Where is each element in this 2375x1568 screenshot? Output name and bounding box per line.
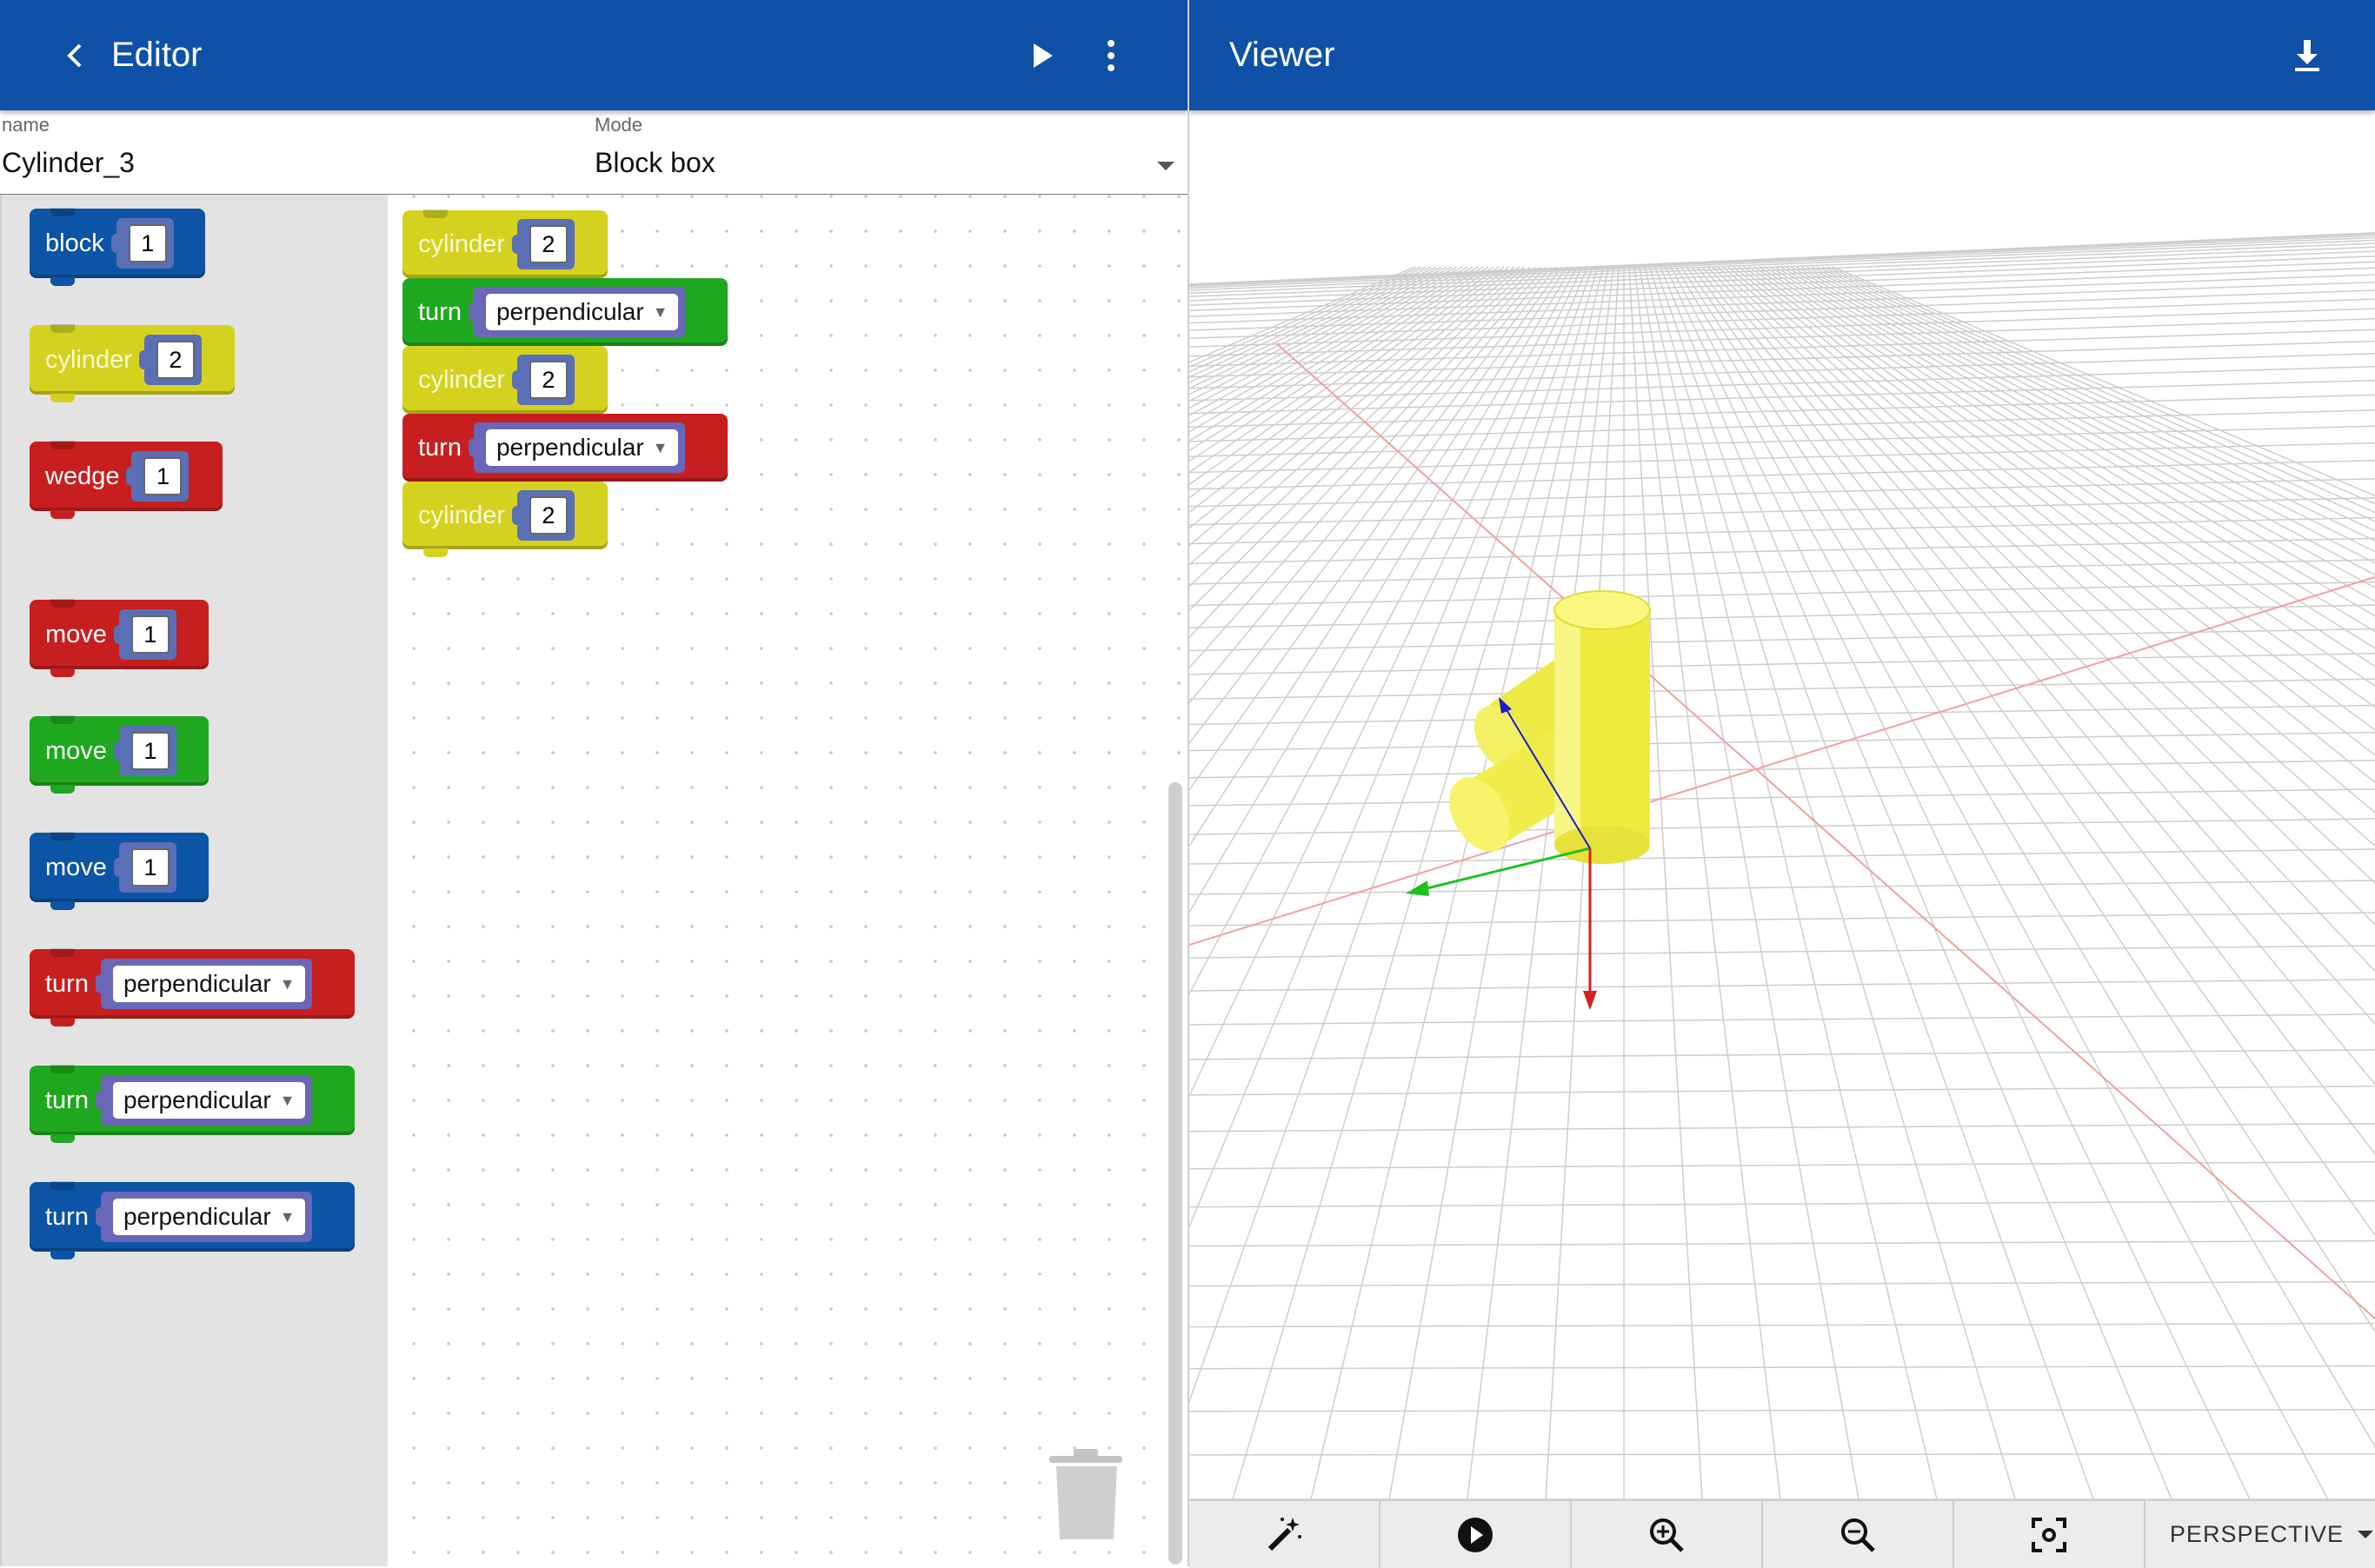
- block-keyword: turn: [45, 1086, 89, 1114]
- block-keyword: turn: [45, 1202, 89, 1231]
- zoom-in-button[interactable]: [1572, 1501, 1763, 1568]
- pane-divider[interactable]: [1188, 0, 1189, 1566]
- mode-value: Block box: [595, 147, 715, 178]
- block-keyword: move: [45, 736, 107, 765]
- program-block-turn-red[interactable]: turn perpendicular ▼: [402, 414, 728, 482]
- play-icon: [1034, 43, 1053, 68]
- caret-down-icon: [1157, 162, 1174, 170]
- block-number[interactable]: 2: [529, 496, 568, 535]
- turn-direction-dropdown[interactable]: perpendicular ▼: [112, 1082, 306, 1119]
- toolbox-block-move-blue[interactable]: move 1: [30, 832, 209, 910]
- workspace-scrollbar[interactable]: [1168, 782, 1182, 1565]
- caret-down-icon: ▼: [279, 1207, 296, 1226]
- download-button[interactable]: [2281, 30, 2333, 82]
- magic-wand-button[interactable]: [1189, 1501, 1380, 1568]
- name-field[interactable]: name Cylinder_3: [0, 110, 582, 194]
- mode-select[interactable]: Mode Block box: [595, 110, 1188, 194]
- dropdown-value: perpendicular: [496, 298, 644, 325]
- name-label: name: [2, 114, 50, 136]
- name-input[interactable]: Cylinder_3: [2, 147, 135, 179]
- block-number[interactable]: 1: [130, 848, 170, 887]
- turn-direction-dropdown[interactable]: perpendicular ▼: [485, 429, 679, 466]
- editor-title: Editor: [111, 36, 203, 74]
- program-block-cylinder[interactable]: cylinder 2: [402, 209, 608, 278]
- chevron-left-icon: [67, 43, 82, 68]
- animate-button[interactable]: [1380, 1501, 1572, 1568]
- turn-direction-dropdown[interactable]: perpendicular ▼: [485, 294, 679, 330]
- zoom-out-icon: [1840, 1518, 1875, 1552]
- block-keyword: move: [45, 620, 107, 648]
- zoom-out-button[interactable]: [1763, 1501, 1954, 1568]
- viewer-appbar: Viewer: [1189, 0, 2375, 110]
- magic-wand-icon: [1267, 1517, 1301, 1551]
- viewer-pane: Viewer PERSPECTIVE: [1189, 0, 2375, 1568]
- block-number[interactable]: 1: [130, 732, 170, 770]
- caret-down-icon: ▼: [279, 974, 296, 993]
- block-number[interactable]: 2: [529, 225, 568, 263]
- turn-direction-dropdown[interactable]: perpendicular ▼: [112, 966, 306, 1002]
- caret-down-icon: [2357, 1530, 2373, 1538]
- program-block-cylinder[interactable]: cylinder 2: [402, 346, 608, 414]
- program-block-cylinder[interactable]: cylinder 2: [402, 482, 608, 557]
- more-vert-icon: [1108, 40, 1114, 71]
- more-menu-button[interactable]: [1085, 30, 1137, 82]
- play-circle-icon: [1457, 1517, 1493, 1552]
- program-settings-bar: name Cylinder_3 Mode Block box: [0, 110, 1188, 196]
- block-keyword: move: [45, 853, 107, 881]
- block-number[interactable]: 1: [128, 224, 167, 262]
- toolbox-block-move-red[interactable]: move 1: [30, 599, 209, 677]
- block-keyword: turn: [418, 297, 462, 326]
- block-keyword: wedge: [45, 462, 120, 490]
- zoom-in-icon: [1649, 1518, 1684, 1552]
- axis-lines: [1189, 342, 2375, 1319]
- mode-label: Mode: [595, 114, 643, 136]
- block-keyword: cylinder: [418, 365, 505, 394]
- trash-icon: [1049, 1449, 1122, 1539]
- block-number[interactable]: 1: [130, 615, 170, 654]
- center-focus-icon: [2031, 1517, 2066, 1552]
- block-keyword: cylinder: [45, 345, 132, 374]
- dropdown-value: perpendicular: [123, 970, 271, 997]
- viewer-title: Viewer: [1229, 36, 1335, 74]
- projection-value: PERSPECTIVE: [2169, 1521, 2344, 1547]
- block-number[interactable]: 2: [529, 361, 568, 399]
- toolbox-block-block[interactable]: block 1: [30, 208, 205, 286]
- dropdown-value: perpendicular: [123, 1086, 271, 1113]
- toolbox-block-turn-red[interactable]: turn perpendicular ▼: [30, 948, 355, 1027]
- back-button[interactable]: [49, 30, 101, 82]
- toolbox-block-wedge[interactable]: wedge 1: [30, 441, 223, 519]
- projection-select[interactable]: PERSPECTIVE: [2145, 1501, 2375, 1568]
- editor-pane: Editor name Cylinder_3 Mode Block box bl…: [0, 0, 1188, 1566]
- caret-down-icon: ▼: [652, 302, 669, 321]
- caret-down-icon: ▼: [652, 438, 669, 456]
- focus-button[interactable]: [1954, 1501, 2145, 1568]
- block-keyword: cylinder: [418, 229, 505, 258]
- toolbox-block-turn-blue[interactable]: turn perpendicular ▼: [30, 1181, 355, 1259]
- block-keyword: cylinder: [418, 501, 505, 529]
- turn-direction-dropdown[interactable]: perpendicular ▼: [112, 1199, 306, 1235]
- trash-can[interactable]: [1048, 1447, 1126, 1547]
- 3d-viewport[interactable]: [1189, 110, 2375, 1499]
- dropdown-value: perpendicular: [123, 1203, 271, 1230]
- block-keyword: turn: [418, 433, 462, 462]
- block-number[interactable]: 1: [143, 457, 183, 495]
- run-button[interactable]: [1015, 30, 1068, 82]
- download-icon: [2295, 40, 2319, 71]
- toolbox-block-turn-green[interactable]: turn perpendicular ▼: [30, 1065, 355, 1143]
- viewer-toolbar: PERSPECTIVE: [1189, 1499, 2375, 1568]
- ground-grid: [1189, 232, 2375, 1499]
- toolbox-block-move-green[interactable]: move 1: [30, 715, 209, 794]
- editor-appbar: Editor: [0, 0, 1188, 110]
- dropdown-value: perpendicular: [496, 434, 644, 461]
- block-keyword: turn: [45, 969, 89, 998]
- toolbox-block-cylinder[interactable]: cylinder 2: [30, 324, 235, 402]
- block-keyword: block: [45, 229, 104, 257]
- caret-down-icon: ▼: [279, 1091, 296, 1109]
- program-block-turn-green[interactable]: turn perpendicular ▼: [402, 278, 728, 346]
- block-number[interactable]: 2: [156, 341, 195, 379]
